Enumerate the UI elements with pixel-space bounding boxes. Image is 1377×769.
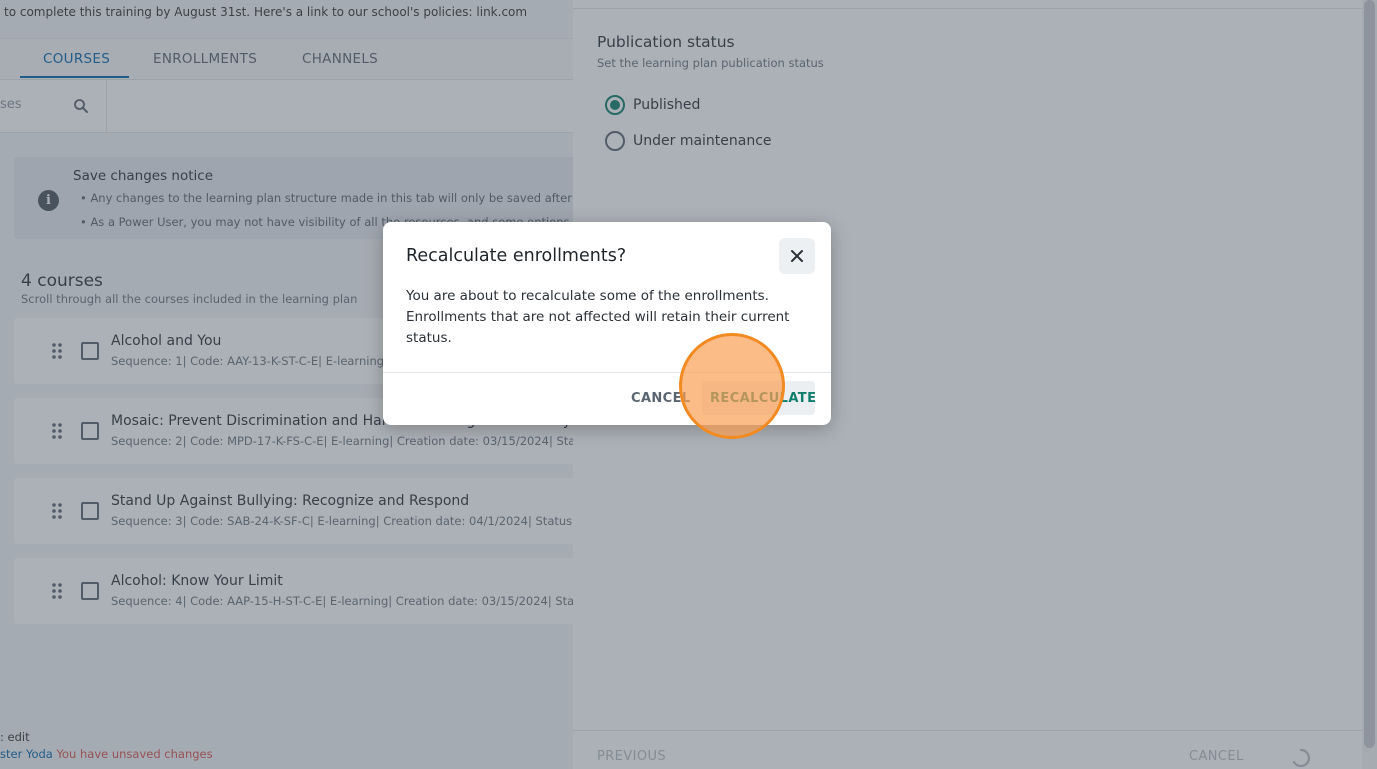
close-icon [791,250,803,262]
close-button[interactable] [779,238,815,274]
click-indicator [679,333,785,439]
dialog-title: Recalculate enrollments? [406,246,627,266]
